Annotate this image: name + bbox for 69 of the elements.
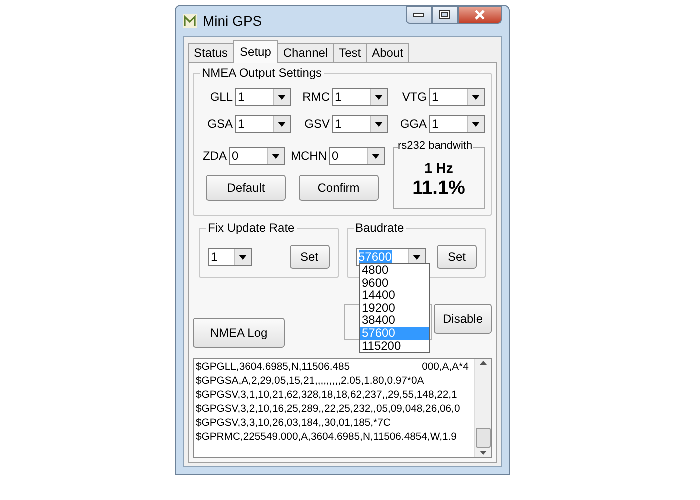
dropdown-option[interactable]: 38400 bbox=[360, 314, 429, 327]
field-label: ZDA bbox=[203, 149, 227, 163]
button[interactable]: Confirm bbox=[298, 175, 379, 201]
field-label: GGA bbox=[400, 117, 427, 131]
dropdown-field[interactable]: 1 bbox=[235, 88, 291, 106]
app-icon bbox=[183, 14, 197, 28]
dropdown-option[interactable]: 19200 bbox=[360, 302, 429, 314]
tab[interactable]: Channel bbox=[277, 43, 334, 62]
dropdown-arrow-icon bbox=[372, 154, 380, 158]
minimize-button[interactable] bbox=[406, 6, 432, 24]
scrollbar-thumb[interactable] bbox=[476, 428, 490, 448]
dropdown-arrow-icon bbox=[375, 94, 383, 100]
dropdown-field[interactable]: 0 bbox=[229, 147, 285, 165]
close-icon bbox=[474, 10, 486, 20]
usage-value: 11.1% bbox=[412, 178, 466, 200]
dropdown-arrow-icon bbox=[278, 94, 286, 100]
scroll-down-arrow-icon[interactable] bbox=[480, 451, 486, 455]
tab[interactable]: About bbox=[366, 43, 410, 62]
panel-title: rs232 bandwith bbox=[398, 140, 473, 152]
group-title: NMEA Output Settings bbox=[200, 66, 324, 80]
log-line-text: $GPRMC,225549.000,A,3604.6985,N,11506.4854,W,1.9 bbox=[196, 431, 457, 445]
window-title: Mini GPS bbox=[203, 13, 262, 29]
log-line-text: $GPGSV,3,3,10,26,03,184,,30,01,185,*7C bbox=[196, 417, 391, 431]
log-line-text: 000,A,A*4 bbox=[422, 361, 469, 375]
field-label: RMC bbox=[302, 90, 330, 104]
dropdown-option[interactable]: 9600 bbox=[360, 276, 429, 290]
dropdown-arrow-icon bbox=[472, 94, 480, 100]
dropdown-option[interactable]: 14400 bbox=[360, 289, 429, 302]
set-button[interactable]: Set bbox=[437, 245, 477, 269]
maximize-icon bbox=[439, 10, 451, 20]
close-button[interactable] bbox=[458, 6, 502, 24]
field-label: GLL bbox=[210, 90, 233, 104]
tab[interactable]: Test bbox=[333, 43, 368, 62]
dropdown-field[interactable]: 1 bbox=[332, 88, 388, 106]
dropdown-arrow-icon bbox=[375, 122, 383, 126]
field-label: MCHN bbox=[291, 149, 327, 163]
dropdown-arrow-icon bbox=[278, 122, 286, 126]
set-button[interactable]: Set bbox=[290, 245, 330, 269]
tab[interactable]: Status bbox=[188, 43, 234, 62]
group-title: Baudrate bbox=[354, 221, 406, 235]
disable-button[interactable]: Disable bbox=[434, 304, 492, 334]
field-label: VTG bbox=[402, 90, 427, 104]
group-title: Fix Update Rate bbox=[206, 221, 297, 235]
dropdown-arrow-icon bbox=[472, 122, 480, 126]
log-line-text: $GPGSV,3,1,10,21,62,328,18,18,62,237,,29,55,148,22,1 bbox=[196, 389, 458, 403]
maximize-button[interactable] bbox=[432, 6, 458, 24]
dropdown-arrow-icon bbox=[272, 154, 280, 158]
dropdown-field[interactable]: 1 bbox=[235, 115, 291, 133]
scrollbar[interactable] bbox=[474, 359, 491, 457]
field-label: GSA bbox=[208, 117, 233, 131]
dropdown-field[interactable]: 1 bbox=[429, 88, 485, 106]
scroll-up-arrow-icon[interactable] bbox=[480, 361, 486, 365]
nmea-log-button[interactable]: NMEA Log bbox=[193, 318, 285, 348]
log-line-text: $GPGSA,A,2,29,05,15,21,,,,,,,,,2.05,1.80,0.97*0A bbox=[196, 375, 424, 389]
dropdown-option[interactable]: 4800 bbox=[360, 264, 429, 277]
tab[interactable]: Setup bbox=[233, 40, 278, 63]
dropdown-field[interactable]: 0 bbox=[329, 147, 385, 165]
dropdown-option[interactable]: 115200 bbox=[360, 340, 429, 352]
dropdown-field[interactable]: 1 bbox=[429, 115, 485, 133]
dropdown-field[interactable]: 1 bbox=[208, 248, 252, 266]
log-line-text: $GPGSV,3,2,10,16,25,289,,22,25,232,,05,09,048,26,06,0 bbox=[196, 403, 460, 417]
log-line-text: $GPGLL,3604.6985,N,11506.485 bbox=[196, 361, 350, 375]
minimize-icon bbox=[413, 12, 425, 18]
field-label: GSV bbox=[304, 117, 330, 131]
rate-value: 1 Hz bbox=[424, 160, 454, 176]
dropdown-field[interactable]: 1 bbox=[332, 115, 388, 133]
button[interactable]: Default bbox=[206, 175, 286, 201]
dropdown-arrow-icon bbox=[412, 254, 420, 260]
dropdown-arrow-icon bbox=[239, 254, 247, 260]
